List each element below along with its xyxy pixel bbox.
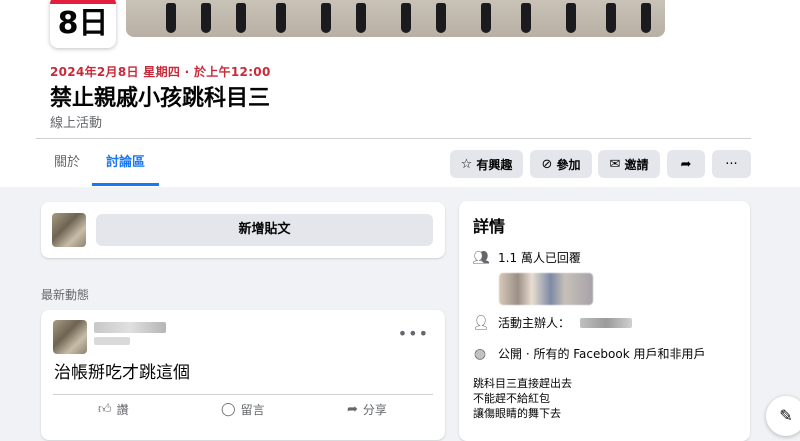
post-divider [53, 394, 433, 395]
join-label: 參加 [556, 157, 581, 172]
responses-row[interactable]: 👥︎ 1.1 萬人已回覆 [472, 249, 581, 266]
post-author-name-redacted[interactable] [94, 322, 166, 333]
post-text: 治帳掰吃才跳這個 [54, 363, 190, 383]
date-badge: 8日 [50, 0, 116, 48]
description-line: 不能趕不給紅包 [473, 392, 550, 405]
post-composer: 新增貼文 [41, 202, 445, 258]
details-title: 詳情 [473, 217, 506, 236]
post-author-avatar[interactable] [53, 320, 87, 354]
description-line: 讓傷眼睛的舞下去 [473, 407, 561, 420]
details-card: 詳情 👥︎ 1.1 萬人已回覆 👤︎ 活動主辦人： ◍ 公開 · 所有的 Fac… [459, 201, 750, 441]
date-badge-day: 8日 [57, 6, 109, 41]
tab-discussion[interactable]: 討論區 [92, 148, 160, 186]
like-label: 讚 [116, 402, 129, 417]
check-circle-icon: ⊘ [541, 156, 553, 172]
comment-bubble-icon: ◯ [221, 401, 236, 417]
share-button[interactable]: ➦ [667, 150, 705, 178]
share-arrow-icon: ➦ [347, 401, 358, 417]
invite-label: 邀請 [624, 157, 649, 172]
post-share-button[interactable]: ➦ 分享 [347, 398, 387, 420]
event-cover-image [126, 0, 665, 37]
envelope-icon: ✉ [609, 156, 621, 172]
invite-button[interactable]: ✉ 邀請 [598, 150, 660, 178]
star-icon: ☆ [460, 156, 473, 172]
event-title: 禁止親戚小孩跳科目三 [50, 86, 271, 111]
privacy-row: ◍ 公開 · 所有的 Facebook 用戶和非用戶 [472, 345, 706, 362]
host-name-redacted[interactable] [580, 317, 633, 328]
host-label: 活動主辦人： [498, 316, 571, 330]
post-timestamp-redacted [94, 337, 130, 345]
event-description: 跳科目三直接趕出去 不能趕不給紅包 讓傷眼睛的舞下去 [473, 376, 572, 421]
join-button[interactable]: ⊘ 參加 [530, 150, 592, 178]
globe-icon: ◍ [473, 345, 487, 362]
new-post-button[interactable]: 新增貼文 [96, 214, 433, 246]
event-type: 線上活動 [50, 116, 103, 131]
post-more-icon[interactable]: ••• [398, 324, 429, 343]
user-avatar [52, 213, 86, 247]
people-icon: 👥︎ [472, 249, 490, 266]
more-dots-icon: ··· [725, 156, 738, 172]
comment-button[interactable]: ◯ 留言 [221, 398, 265, 420]
description-line: 跳科目三直接趕出去 [473, 377, 572, 390]
feed-section-label: 最新動態 [41, 288, 90, 302]
event-header: 8日 2024年2月8日 星期四 · 於上午12:00 禁止親戚小孩跳科目三 線… [0, 0, 800, 187]
like-button[interactable]: 👍︎ 讚 [98, 398, 129, 420]
header-divider [36, 138, 751, 139]
interested-label: 有興趣 [476, 157, 513, 172]
comment-label: 留言 [240, 402, 265, 417]
interested-button[interactable]: ☆ 有興趣 [450, 150, 523, 178]
more-options-button[interactable]: ··· [712, 150, 751, 178]
feed-post: ••• 治帳掰吃才跳這個 👍︎ 讚 ◯ 留言 ➦ 分享 [41, 310, 445, 440]
privacy-text: 公開 · 所有的 Facebook 用戶和非用戶 [498, 347, 706, 361]
share-arrow-icon: ➦ [680, 156, 692, 172]
responder-avatars-redacted[interactable] [499, 273, 593, 305]
responses-text: 1.1 萬人已回覆 [498, 251, 581, 265]
host-row: 👤︎ 活動主辦人： [472, 314, 633, 331]
person-icon: 👤︎ [472, 314, 490, 331]
share-label: 分享 [362, 402, 387, 417]
thumbs-up-icon: 👍︎ [98, 401, 112, 417]
compose-message-icon[interactable]: ✎ [766, 396, 800, 436]
event-datetime: 2024年2月8日 星期四 · 於上午12:00 [50, 65, 271, 79]
tab-about[interactable]: 關於 [40, 148, 94, 186]
